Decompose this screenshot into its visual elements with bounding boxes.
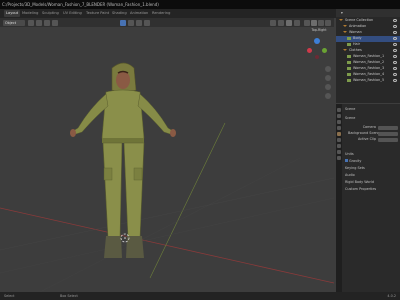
- outliner-item-label: Woman_Fashion_1: [353, 54, 385, 58]
- 3d-viewport[interactable]: Object Top-Right: [0, 18, 334, 292]
- outliner-item[interactable]: Woman_Fashion_3: [336, 66, 400, 72]
- mesh-object-icon: [347, 73, 351, 76]
- gizmo-x-axis[interactable]: [307, 48, 312, 53]
- eye-icon[interactable]: [393, 31, 397, 35]
- tab-layout[interactable]: Layout: [4, 10, 21, 17]
- eye-icon[interactable]: [393, 49, 397, 53]
- outliner-item-label: Animation: [349, 24, 367, 28]
- outliner-panel: ▾ Scene Collection Animation Woman Body Hair…: [336, 9, 400, 103]
- outliner-item[interactable]: Woman: [336, 30, 400, 36]
- gizmo-neg-x-axis[interactable]: [315, 55, 319, 59]
- units-panel[interactable]: Units: [345, 152, 354, 157]
- outliner-item-label: Woman_Fashion_4: [353, 72, 385, 76]
- outliner-item-label: Scene Collection: [345, 18, 374, 22]
- eye-icon[interactable]: [393, 73, 397, 77]
- scene-tab-icon[interactable]: [337, 132, 341, 136]
- outliner-item-label: Clothes: [349, 48, 362, 52]
- outliner-item[interactable]: Woman_Fashion_5: [336, 78, 400, 84]
- eye-icon[interactable]: [393, 25, 397, 29]
- mesh-object-icon: [347, 43, 351, 46]
- eye-icon[interactable]: [393, 67, 397, 71]
- gizmo-z-axis[interactable]: [314, 38, 320, 44]
- eye-icon[interactable]: [393, 79, 397, 83]
- outliner-item[interactable]: Woman_Fashion_2: [336, 60, 400, 66]
- background-scene-label: Background Scene: [348, 131, 380, 135]
- outliner-item-label: Woman_Fashion_3: [353, 66, 385, 70]
- tab-rendering[interactable]: Rendering: [150, 10, 172, 17]
- gravity-checkbox[interactable]: [345, 159, 348, 162]
- outliner-item-label: Woman: [349, 30, 362, 34]
- version-label: 4.0.2: [387, 294, 396, 298]
- pan-icon[interactable]: [325, 75, 331, 81]
- eye-icon[interactable]: [393, 55, 397, 59]
- mesh-object-icon: [347, 61, 351, 64]
- camera-label: Camera: [362, 125, 376, 129]
- view-layer-tab-icon[interactable]: [337, 126, 341, 130]
- active-clip-label: Active Clip: [358, 137, 376, 141]
- mesh-object-icon: [347, 79, 351, 82]
- eye-icon[interactable]: [393, 19, 397, 23]
- window-title: C:/Projects/3D_Models/Woman_Fashion_7_BL…: [0, 0, 400, 9]
- outliner-item-label: Body: [353, 36, 362, 40]
- tab-modeling[interactable]: Modeling: [20, 10, 40, 17]
- background-scene-field[interactable]: [378, 131, 398, 136]
- gizmo-view-label: Top-Right: [311, 28, 327, 32]
- outliner-item-label: Woman_Fashion_2: [353, 60, 385, 64]
- audio-panel[interactable]: Audio: [345, 173, 355, 178]
- custom-properties-panel[interactable]: Custom Properties: [345, 187, 376, 192]
- keying-sets-panel[interactable]: Keying Sets: [345, 166, 365, 171]
- tab-texture-paint[interactable]: Texture Paint: [84, 10, 111, 17]
- gravity-panel[interactable]: Gravity: [345, 159, 361, 164]
- material-tab-icon[interactable]: [337, 156, 341, 160]
- modifier-tab-icon[interactable]: [337, 150, 341, 154]
- outliner-item[interactable]: Animation: [336, 24, 400, 30]
- world-tab-icon[interactable]: [337, 138, 341, 142]
- status-select-hint: Select: [4, 294, 15, 298]
- gravity-label: Gravity: [349, 159, 362, 163]
- outliner-item-label: Woman_Fashion_5: [353, 78, 385, 82]
- mesh-object-icon: [347, 37, 351, 40]
- properties-tabs: [336, 104, 342, 292]
- rigid-body-world-panel[interactable]: Rigid Body World: [345, 180, 374, 185]
- navigation-gizmo[interactable]: Top-Right: [304, 28, 334, 68]
- outliner-item[interactable]: Hair: [336, 42, 400, 48]
- object-tab-icon[interactable]: [337, 144, 341, 148]
- outliner-item[interactable]: Body: [336, 36, 400, 42]
- outliner-item[interactable]: Clothes: [336, 48, 400, 54]
- 3d-cursor-icon: [120, 233, 130, 243]
- zoom-icon[interactable]: [325, 66, 331, 72]
- camera-view-icon[interactable]: [325, 84, 331, 90]
- tab-animation[interactable]: Animation: [128, 10, 150, 17]
- render-tab-icon[interactable]: [337, 114, 341, 118]
- tab-sculpting[interactable]: Sculpting: [40, 10, 61, 17]
- eye-icon[interactable]: [393, 43, 397, 47]
- gizmo-y-axis[interactable]: [322, 48, 327, 53]
- collection-icon: [343, 25, 347, 28]
- active-clip-field[interactable]: [378, 137, 398, 142]
- outliner-item[interactable]: Woman_Fashion_4: [336, 72, 400, 78]
- camera-field[interactable]: [378, 125, 398, 130]
- status-box-select-hint: Box Select: [60, 294, 78, 298]
- outliner-header: ▾: [336, 9, 400, 17]
- outliner-item[interactable]: Woman_Fashion_1: [336, 54, 400, 60]
- collection-icon: [339, 19, 343, 22]
- tab-shading[interactable]: Shading: [110, 10, 129, 17]
- properties-title: Scene: [345, 107, 356, 111]
- output-tab-icon[interactable]: [337, 120, 341, 124]
- outliner-filter-icon[interactable]: ▾: [341, 9, 343, 17]
- scene-section-header[interactable]: Scene: [345, 116, 355, 121]
- properties-panel: Scene Scene Camera Background Scene Acti…: [336, 104, 400, 292]
- outliner-item-label: Hair: [353, 42, 360, 46]
- tool-tab-icon[interactable]: [337, 108, 341, 112]
- tab-uv-editing[interactable]: UV Editing: [61, 10, 84, 17]
- mesh-object-icon: [347, 67, 351, 70]
- collection-icon: [343, 49, 347, 52]
- eye-icon[interactable]: [393, 37, 397, 41]
- outliner-item[interactable]: Scene Collection: [336, 18, 400, 24]
- mesh-object-icon: [347, 55, 351, 58]
- collection-icon: [343, 31, 347, 34]
- status-bar: Select Box Select 4.0.2: [0, 292, 400, 300]
- eye-icon[interactable]: [393, 61, 397, 65]
- perspective-toggle-icon[interactable]: [325, 93, 331, 99]
